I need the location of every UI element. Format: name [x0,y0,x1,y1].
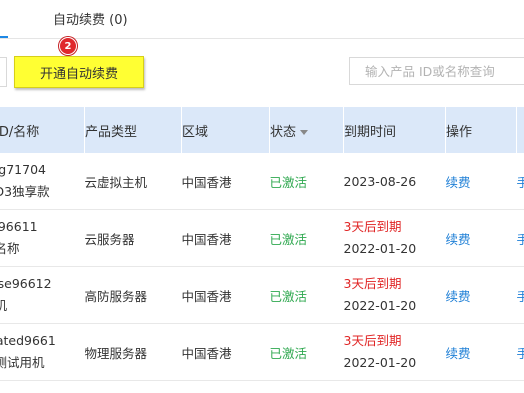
product-id: ud96611 [0,219,38,234]
cell-region: 中国香港 [181,323,270,381]
expiry-date: 2022-01-20 [343,241,417,256]
product-name: 云D3独享款 [0,184,50,199]
cell-status: 已激活 [269,266,344,324]
header-expiry: 到期时间 [343,107,446,153]
product-name: 义名称 [0,241,20,256]
manual-renew-link-partial[interactable]: 手 [516,209,524,267]
expiry-date: 2022-01-20 [343,355,417,370]
header-product-type: 产品类型 [84,107,182,153]
enable-auto-renew-button[interactable]: 开通自动续费 [14,56,144,88]
table-row: licated9661 B 测试用机 物理服务器 中国香港 已激活 3天后到期 … [0,323,524,381]
product-name: B 测试用机 [0,355,45,370]
product-table: 品ID/名称 产品类型 区域 状态 到期时间 操作 ting71704 云D3独… [0,107,524,381]
table-row: ting71704 云D3独享款 云虚拟主机 中国香港 已激活 2023-08-… [0,153,524,210]
product-id: ense96612 [0,276,52,291]
renew-link[interactable]: 续费 [445,153,517,210]
expiry-warning: 3天后到期 [343,276,402,291]
manual-renew-link-partial[interactable]: 手 [516,153,524,210]
cell-type: 高防服务器 [84,266,182,324]
filter-input-edge[interactable] [0,57,7,87]
renew-link[interactable]: 续费 [445,266,517,324]
tab-auto-renew[interactable]: 自动续费 (0) [53,9,128,28]
cell-region: 中国香港 [181,209,270,267]
tab-bar: 自动续费 (0) [0,0,524,39]
header-action: 操作 [445,107,517,153]
sort-caret-down-icon[interactable] [300,129,309,135]
renew-link[interactable]: 续费 [445,323,517,381]
search-box[interactable] [349,57,524,85]
step-number-badge: 2 [59,37,77,55]
cell-status: 已激活 [269,323,344,381]
cell-expiry: 3天后到期 2022-01-20 [343,323,446,381]
renew-link[interactable]: 续费 [445,209,517,267]
expiry-warning: 3天后到期 [343,333,402,348]
table-row: ense96612 专机 高防服务器 中国香港 已激活 3天后到期 2022-0… [0,266,524,324]
cell-region: 中国香港 [181,153,270,210]
table-row: ud96611 义名称 云服务器 中国香港 已激活 3天后到期 2022-01-… [0,209,524,267]
cell-expiry: 3天后到期 2022-01-20 [343,266,446,324]
manual-renew-link-partial[interactable]: 手 [516,266,524,324]
product-id: ting71704 [0,162,46,177]
header-id-name: 品ID/名称 [0,107,85,153]
cell-type: 物理服务器 [84,323,182,381]
search-input[interactable] [350,58,524,84]
cell-type: 云虚拟主机 [84,153,182,210]
cell-id-name: ense96612 专机 [0,266,85,324]
cell-region: 中国香港 [181,266,270,324]
expiry-date: 2022-01-20 [343,298,417,313]
active-tab-indicator [0,36,8,38]
expiry-warning: 3天后到期 [343,219,402,234]
cell-expiry: 2023-08-26 [343,153,446,210]
product-name: 专机 [0,295,85,317]
product-id: licated9661 [0,333,56,348]
cell-id-name: ting71704 云D3独享款 [0,153,85,210]
cell-expiry: 3天后到期 2022-01-20 [343,209,446,267]
header-extra [516,107,524,153]
header-status[interactable]: 状态 [269,107,344,153]
cell-status: 已激活 [269,153,344,210]
cell-id-name: licated9661 B 测试用机 [0,323,85,381]
cell-id-name: ud96611 义名称 [0,209,85,267]
table-header-row: 品ID/名称 产品类型 区域 状态 到期时间 操作 [0,107,524,153]
header-region: 区域 [181,107,270,153]
header-status-label: 状态 [270,124,297,140]
cell-type: 云服务器 [84,209,182,267]
cell-status: 已激活 [269,209,344,267]
manual-renew-link-partial[interactable]: 手 [516,323,524,381]
